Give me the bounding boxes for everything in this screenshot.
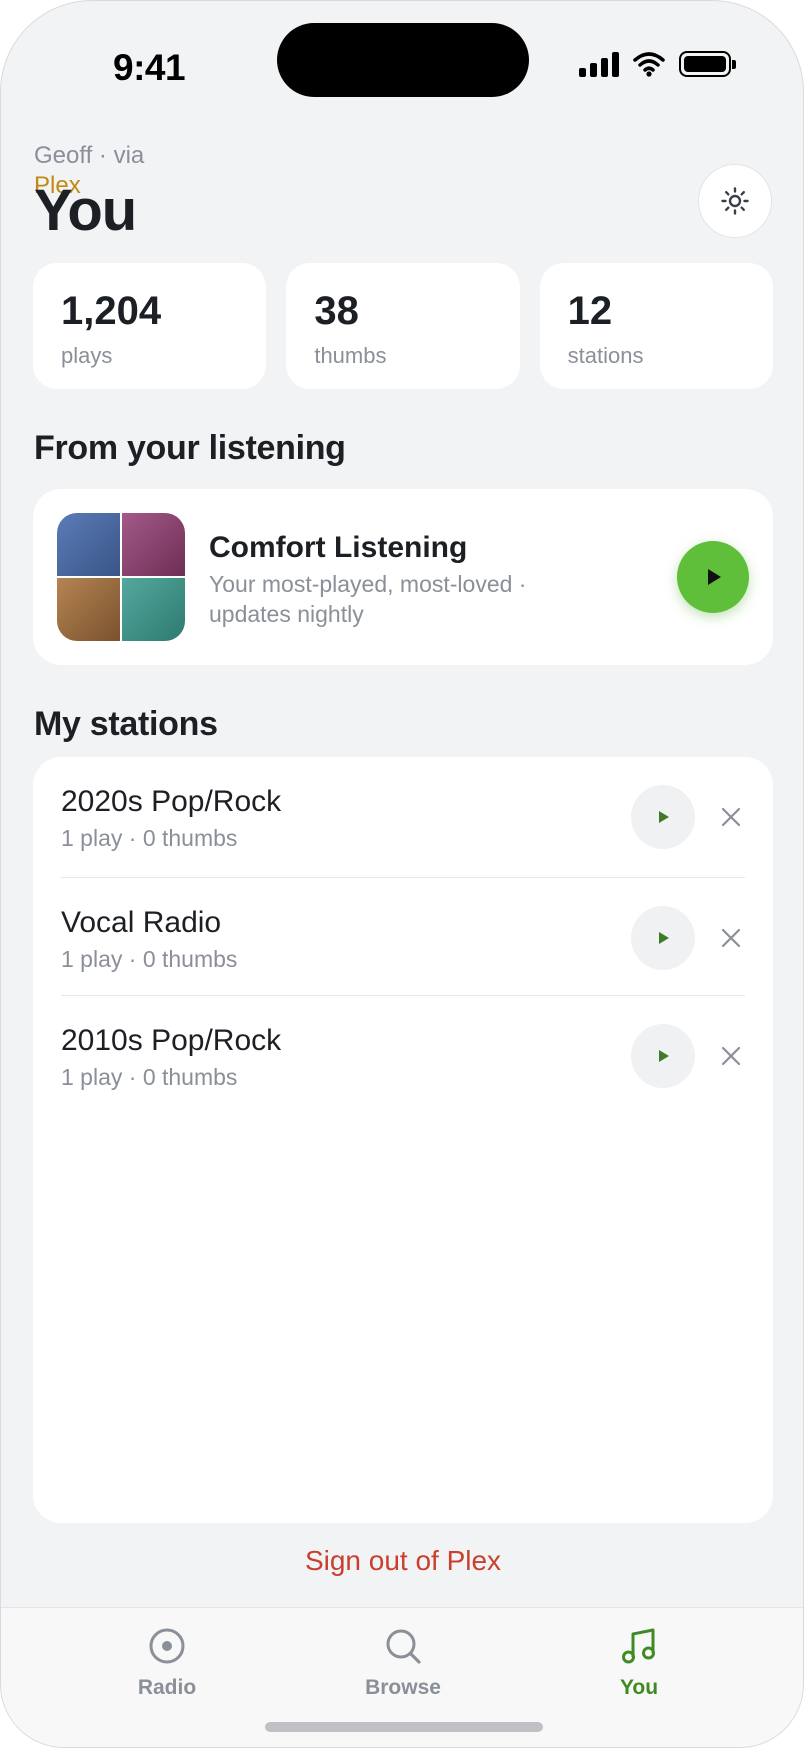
phone-screen: 9:41 Geoff · via Plex You 1,204 plays 38… xyxy=(0,0,804,1748)
close-icon xyxy=(721,928,741,948)
station-meta: 1 play · 0 thumbs xyxy=(61,1064,238,1090)
account-name: Geoff · via xyxy=(34,142,145,169)
stations-list: 2020s Pop/Rock 1 play · 0 thumbs Vocal R… xyxy=(33,757,773,1523)
remove-station-button[interactable] xyxy=(711,918,751,958)
stat-value: 12 xyxy=(567,289,613,333)
station-name: Vocal Radio xyxy=(61,906,222,939)
tab-label: You xyxy=(619,1676,659,1699)
tab-label: Browse xyxy=(365,1676,441,1699)
remove-station-button[interactable] xyxy=(711,1036,751,1076)
playlist-artwork xyxy=(57,513,185,641)
playlist-description: Your most-played, most-loved · updates n… xyxy=(209,571,527,627)
settings-button[interactable] xyxy=(698,164,772,238)
tab-label: Radio xyxy=(137,1676,197,1699)
stat-card-thumbs: 38 thumbs xyxy=(286,263,520,389)
comfort-listening-card[interactable]: Comfort Listening Your most-played, most… xyxy=(33,489,773,665)
wifi-icon xyxy=(633,52,665,77)
play-icon xyxy=(659,932,669,944)
stat-label: stations xyxy=(567,343,644,368)
station-play-button[interactable] xyxy=(631,906,695,970)
sign-out-button[interactable]: Sign out of Plex xyxy=(1,1545,803,1577)
section-title-my-stations: My stations xyxy=(34,705,218,743)
stat-label: thumbs xyxy=(314,343,387,368)
stat-value: 1,204 xyxy=(61,289,162,333)
artwork-tile xyxy=(122,578,185,641)
station-name: 2010s Pop/Rock xyxy=(61,1024,282,1057)
tab-you[interactable]: You xyxy=(559,1626,719,1700)
remove-station-button[interactable] xyxy=(711,797,751,837)
station-row[interactable]: 2010s Pop/Rock 1 play · 0 thumbs xyxy=(61,995,745,1113)
section-title-from-listening: From your listening xyxy=(34,429,346,467)
station-play-button[interactable] xyxy=(631,1024,695,1088)
playlist-title: Comfort Listening xyxy=(209,531,468,564)
play-icon xyxy=(659,1050,669,1062)
status-icons xyxy=(579,51,736,77)
station-row[interactable]: Vocal Radio 1 play · 0 thumbs xyxy=(61,877,745,995)
gear-icon xyxy=(721,187,749,215)
tab-radio[interactable]: Radio xyxy=(87,1626,247,1700)
radio-icon xyxy=(149,1628,185,1664)
tab-browse[interactable]: Browse xyxy=(323,1626,483,1700)
station-meta: 1 play · 0 thumbs xyxy=(61,946,238,972)
stats-row: 1,204 plays 38 thumbs 12 stations xyxy=(33,263,773,389)
artwork-tile xyxy=(57,513,120,576)
stat-label: plays xyxy=(61,343,113,368)
home-indicator[interactable] xyxy=(265,1722,543,1732)
play-icon xyxy=(708,569,721,585)
play-button[interactable] xyxy=(677,541,749,613)
page-title: You xyxy=(34,178,137,243)
stat-value: 38 xyxy=(314,289,359,333)
stat-card-plays: 1,204 plays xyxy=(33,263,267,389)
station-row[interactable]: 2020s Pop/Rock 1 play · 0 thumbs xyxy=(61,757,745,875)
dynamic-island xyxy=(277,23,529,97)
signal-icon xyxy=(579,51,619,77)
artwork-tile xyxy=(122,513,185,576)
play-icon xyxy=(659,811,669,823)
station-play-button[interactable] xyxy=(631,785,695,849)
artwork-tile xyxy=(57,578,120,641)
close-icon xyxy=(721,807,741,827)
close-icon xyxy=(721,1046,741,1066)
stat-card-stations: 12 stations xyxy=(539,263,773,389)
station-name: 2020s Pop/Rock xyxy=(61,785,282,818)
search-icon xyxy=(386,1629,421,1664)
status-time: 9:41 xyxy=(113,47,186,88)
music-note-icon xyxy=(622,1628,655,1664)
station-meta: 1 play · 0 thumbs xyxy=(61,825,238,851)
battery-icon xyxy=(679,51,736,77)
